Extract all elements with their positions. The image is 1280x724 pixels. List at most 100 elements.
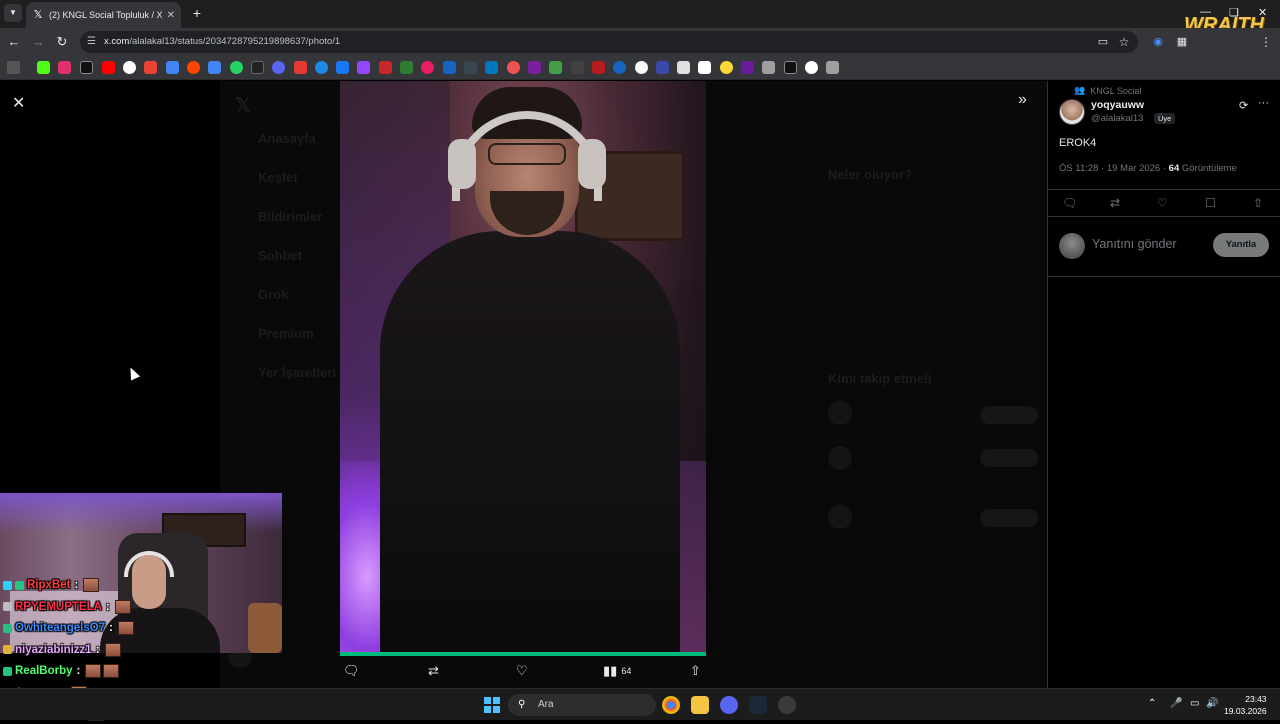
- bookmark-grey-icon[interactable]: [677, 61, 690, 74]
- bookmark-glasses-icon[interactable]: [571, 61, 584, 74]
- discord-taskbar-icon[interactable]: [720, 696, 738, 714]
- bookmark-more-icon[interactable]: [826, 61, 839, 74]
- bookmark-red-icon[interactable]: [592, 61, 605, 74]
- bookmark-arrow-icon[interactable]: [464, 61, 477, 74]
- double-chevron-right-icon[interactable]: »: [1018, 91, 1027, 109]
- bookmark-steam-icon[interactable]: [251, 61, 264, 74]
- tab-close-icon[interactable]: ✕: [167, 10, 175, 21]
- close-icon[interactable]: ✕: [12, 93, 25, 113]
- reload-icon[interactable]: ↻: [54, 34, 70, 50]
- chat-username[interactable]: niyaziabinizz1: [15, 644, 92, 656]
- chat-username[interactable]: RPYEMUPTELA: [15, 601, 102, 613]
- bookmark-stack-icon[interactable]: [698, 61, 711, 74]
- taskbar-search[interactable]: ⚲ Ara: [508, 694, 656, 716]
- bookmark-discord-icon[interactable]: [272, 61, 285, 74]
- community-label[interactable]: 👥 KNGL Social: [1074, 85, 1141, 96]
- forward-icon[interactable]: →: [30, 34, 46, 50]
- share-icon[interactable]: ⇧: [690, 663, 701, 679]
- grok-icon[interactable]: ⟳: [1239, 99, 1248, 112]
- bookmark-window-icon[interactable]: [485, 61, 498, 74]
- app-taskbar-icon[interactable]: [778, 696, 796, 714]
- chat-emote-icon: [114, 599, 131, 614]
- share-icon[interactable]: ⇧: [1253, 196, 1263, 210]
- apps-grid-icon[interactable]: [7, 61, 20, 74]
- bookmark-tag-icon[interactable]: [421, 61, 434, 74]
- heart-icon[interactable]: ♡: [516, 663, 528, 679]
- chat-separator: :: [74, 579, 79, 591]
- install-app-icon[interactable]: ▭: [1095, 34, 1111, 50]
- extension-icon[interactable]: ◉: [1150, 34, 1166, 50]
- author-handle[interactable]: @alalakal13: [1091, 113, 1143, 124]
- bookmark-tv-icon[interactable]: [784, 61, 797, 74]
- extensions-puzzle-icon[interactable]: ▦: [1174, 34, 1190, 50]
- heart-icon[interactable]: ♡: [1157, 196, 1168, 210]
- bookmark-icon[interactable]: ☐: [1205, 196, 1216, 210]
- tray-chevron-up-icon[interactable]: ⌃: [1148, 698, 1156, 709]
- tab-search-button[interactable]: ▼: [4, 4, 22, 22]
- chat-username[interactable]: OwhiteangelsO7: [15, 622, 105, 634]
- repost-icon[interactable]: ⇄: [428, 663, 439, 679]
- taskbar-search-placeholder: Ara: [538, 699, 554, 710]
- bookmark-compass-icon[interactable]: [805, 61, 818, 74]
- bookmark-white-icon[interactable]: [635, 61, 648, 74]
- post-views-count: 64: [1168, 163, 1180, 174]
- bookmark-bird-icon[interactable]: [762, 61, 775, 74]
- network-icon[interactable]: ▭: [1190, 698, 1199, 709]
- address-bar[interactable]: ☰ x.com/alalakal13/status/203472879521989…: [80, 31, 1138, 53]
- browser-tab-active[interactable]: 𝕏 (2) KNGL Social Topluluk / X ✕: [26, 2, 181, 28]
- reply-button[interactable]: Yanıtla: [1213, 233, 1269, 257]
- repost-icon[interactable]: ⇄: [1110, 196, 1120, 210]
- ghost-nav-item: Sohbet: [258, 248, 303, 263]
- bookmark-translate-icon[interactable]: [208, 61, 221, 74]
- bookmark-kick-icon[interactable]: [37, 61, 50, 74]
- reply-icon[interactable]: 🗨: [343, 663, 360, 679]
- chat-username[interactable]: RealBorby: [15, 665, 73, 677]
- bookmark-reddit-icon[interactable]: [187, 61, 200, 74]
- reply-icon[interactable]: 🗨: [1062, 196, 1077, 210]
- bookmark-gmail-icon[interactable]: [144, 61, 157, 74]
- chat-username[interactable]: RipxBet: [27, 579, 70, 591]
- current-user-avatar: [1059, 233, 1085, 259]
- bookmark-youtube-icon[interactable]: [102, 61, 115, 74]
- bookmark-box-icon[interactable]: [656, 61, 669, 74]
- volume-icon[interactable]: 🔊: [1206, 698, 1218, 709]
- bookmark-x-icon[interactable]: [80, 61, 93, 74]
- bookmark-twitch-icon[interactable]: [357, 61, 370, 74]
- bookmark-gallery-icon[interactable]: [294, 61, 307, 74]
- bookmark-drive-icon[interactable]: [166, 61, 179, 74]
- bookmark-google-icon[interactable]: [123, 61, 136, 74]
- bookmark-whatsapp-icon[interactable]: [230, 61, 243, 74]
- author-display-name[interactable]: yoqyauww: [1091, 99, 1144, 111]
- bookmark-user-icon[interactable]: [549, 61, 562, 74]
- bookmark-k-icon[interactable]: [741, 61, 754, 74]
- browser-menu-icon[interactable]: ⋮: [1258, 34, 1274, 50]
- bookmark-instagram-icon[interactable]: [58, 61, 71, 74]
- post-timestamp[interactable]: ÖS 11:28 · 19 Mar 2026 ·: [1059, 163, 1169, 174]
- bookmark-chat-icon[interactable]: [528, 61, 541, 74]
- new-tab-button[interactable]: +: [188, 4, 206, 22]
- file-explorer-taskbar-icon[interactable]: [691, 696, 709, 714]
- chrome-taskbar-icon[interactable]: [662, 696, 680, 714]
- bookmark-yellow-icon[interactable]: [720, 61, 733, 74]
- taskbar-clock[interactable]: 23:43 19.03.2026: [1224, 693, 1267, 717]
- avatar[interactable]: [1059, 99, 1085, 125]
- bookmark-chart-icon[interactable]: [400, 61, 413, 74]
- bookmark-pin-icon[interactable]: [379, 61, 392, 74]
- bookmark-play-icon[interactable]: [315, 61, 328, 74]
- back-icon[interactable]: ←: [6, 34, 22, 50]
- bookmark-facebook-icon[interactable]: [336, 61, 349, 74]
- bookmark-circle-icon[interactable]: [507, 61, 520, 74]
- community-name: KNGL Social: [1090, 85, 1142, 96]
- windows-start-icon[interactable]: [484, 697, 500, 713]
- bookmark-b-icon[interactable]: [443, 61, 456, 74]
- more-options-icon[interactable]: ···: [1258, 97, 1269, 109]
- microphone-icon[interactable]: 🎤: [1170, 698, 1182, 709]
- steam-taskbar-icon[interactable]: [749, 696, 767, 714]
- site-info-icon[interactable]: ☰: [87, 31, 96, 53]
- views-button[interactable]: ▮▮ 64: [603, 663, 631, 679]
- reply-input[interactable]: Yanıtını gönder: [1092, 237, 1177, 251]
- post-photo[interactable]: [340, 81, 706, 653]
- bookmark-star-icon[interactable]: ☆: [1116, 34, 1132, 50]
- clock-date: 19.03.2026: [1224, 706, 1267, 716]
- bookmark-blue-icon[interactable]: [613, 61, 626, 74]
